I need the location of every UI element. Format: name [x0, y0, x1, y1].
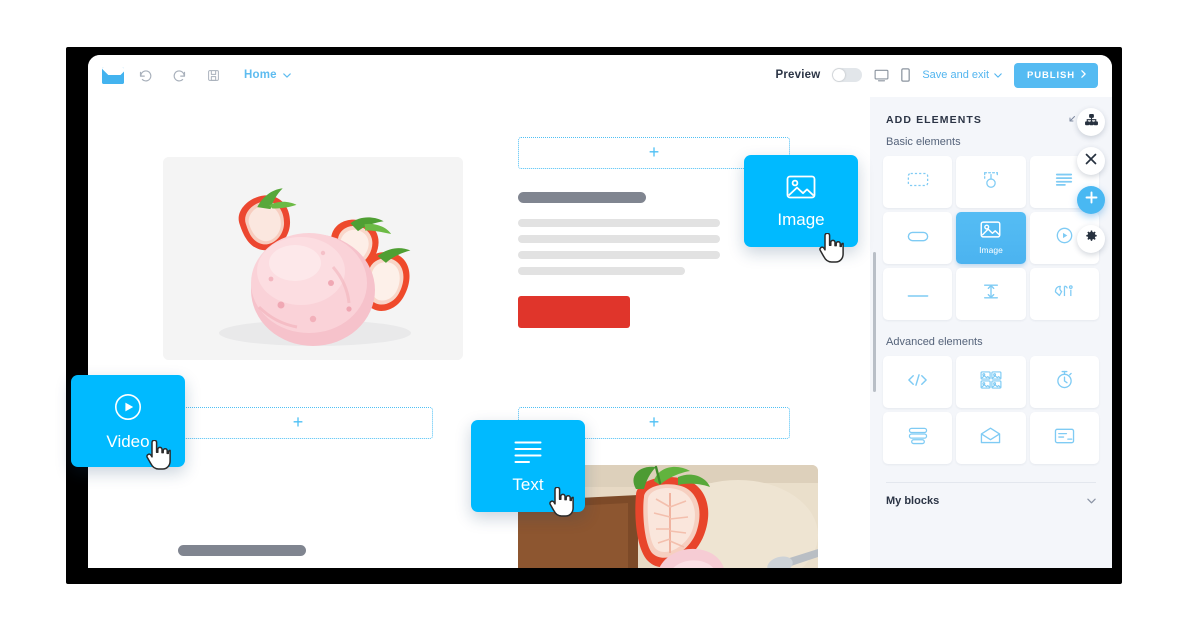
advanced-elements-label: Advanced elements: [886, 336, 983, 348]
card-form-icon: [1054, 428, 1075, 449]
page-selector[interactable]: Home: [244, 69, 291, 81]
panel-header: ADD ELEMENTS: [870, 97, 1112, 129]
toolbar-right-group: Preview Save and exit PUBLISH: [775, 62, 1098, 88]
element-tile-spacer[interactable]: [956, 268, 1026, 320]
text-lines-icon: [1055, 172, 1073, 192]
panel-scrollbar[interactable]: [873, 252, 876, 392]
gallery-grid-icon: [980, 370, 1002, 394]
preview-toggle[interactable]: [832, 68, 863, 82]
content-image-top[interactable]: [163, 157, 463, 360]
video-play-icon: [114, 393, 142, 426]
strawberry-ice-cream-scoop-photo: [163, 157, 463, 360]
basic-elements-label: Basic elements: [886, 136, 961, 148]
preview-label: Preview: [775, 69, 821, 81]
advanced-elements-grid: [870, 348, 1112, 464]
desktop-monitor-icon[interactable]: [874, 69, 889, 82]
save-disk-icon[interactable]: [200, 62, 226, 88]
image-icon: [980, 221, 1001, 243]
collapse-arrow-icon[interactable]: [1067, 111, 1076, 129]
fab-sitemap[interactable]: [1077, 108, 1105, 136]
element-tile-menu[interactable]: [883, 412, 953, 464]
divider-line-icon: [907, 285, 929, 303]
panel-title: ADD ELEMENTS: [886, 114, 983, 126]
text-line-placeholder: [518, 267, 685, 275]
top-toolbar: Home Preview Save and exit PUBLISH: [88, 55, 1112, 95]
add-plus-label: +: [648, 412, 660, 432]
image-icon: [786, 175, 816, 204]
element-tile-image[interactable]: Image: [956, 212, 1026, 264]
element-tile-label: Image: [979, 245, 1003, 256]
menu-stack-icon: [908, 427, 928, 450]
text-lines-icon: [514, 440, 542, 469]
screenshot-stage: Home Preview Save and exit PUBLISH + + +…: [0, 0, 1200, 620]
my-blocks-label: My blocks: [886, 495, 940, 507]
undo-icon[interactable]: [132, 62, 158, 88]
plus-icon: [1085, 191, 1098, 209]
publish-button[interactable]: PUBLISH: [1014, 62, 1098, 88]
element-tile-timer[interactable]: [1029, 356, 1099, 408]
drag-card-label: Image: [777, 209, 825, 229]
basic-elements-grid: Image: [870, 148, 1112, 320]
add-plus-label: +: [292, 412, 304, 432]
chevron-down-icon: [994, 69, 1002, 81]
drag-card-image[interactable]: Image: [744, 155, 858, 247]
mobile-phone-icon[interactable]: [901, 68, 911, 82]
element-tile-form-card[interactable]: [1029, 412, 1099, 464]
website-builder-window: Home Preview Save and exit PUBLISH + + +…: [88, 55, 1112, 568]
envelope-logo-icon[interactable]: [102, 66, 124, 84]
video-play-icon: [1056, 227, 1073, 249]
save-and-exit-label: Save and exit: [922, 69, 989, 81]
spacer-icon: [982, 283, 1000, 305]
element-tile-structure[interactable]: [956, 156, 1026, 208]
fab-close[interactable]: [1077, 147, 1105, 175]
fab-add[interactable]: [1077, 186, 1105, 214]
page-name-label: Home: [244, 69, 277, 81]
text-line-placeholder: [518, 219, 720, 227]
element-tile-divider[interactable]: [883, 268, 953, 320]
heading-placeholder-bottom: [178, 545, 306, 556]
drag-card-label: Text: [512, 474, 544, 494]
save-and-exit-button[interactable]: Save and exit: [922, 69, 1002, 81]
drag-card-video[interactable]: Video: [71, 375, 185, 467]
element-tile-button[interactable]: [883, 212, 953, 264]
add-plus-label: +: [648, 142, 660, 162]
fab-settings[interactable]: [1077, 225, 1105, 253]
html-code-icon: [907, 373, 928, 392]
text-line-placeholder: [518, 235, 720, 243]
timer-icon: [1056, 370, 1073, 394]
container-dashed-icon: [907, 172, 929, 192]
social-icons-icon: [1054, 284, 1074, 304]
my-blocks-section[interactable]: My blocks: [870, 483, 1112, 507]
element-tile-email[interactable]: [956, 412, 1026, 464]
element-tile-html[interactable]: [883, 356, 953, 408]
element-tile-gallery[interactable]: [956, 356, 1026, 408]
chevron-right-icon: [1081, 69, 1086, 81]
structure-node-icon: [981, 171, 1001, 194]
close-x-icon: [1085, 152, 1097, 170]
cta-button-placeholder[interactable]: [518, 296, 630, 328]
publish-label: PUBLISH: [1027, 69, 1075, 81]
drop-zone-bottom-left[interactable]: +: [163, 407, 433, 439]
button-pill-icon: [907, 229, 929, 247]
chevron-down-icon: [1087, 495, 1096, 507]
element-tile-social[interactable]: [1029, 268, 1099, 320]
gear-icon: [1085, 230, 1098, 248]
envelope-open-icon: [980, 427, 1001, 449]
redo-icon[interactable]: [166, 62, 192, 88]
text-line-placeholder: [518, 251, 720, 259]
drag-card-label: Video: [106, 431, 150, 451]
heading-placeholder-top: [518, 192, 646, 203]
drag-card-text[interactable]: Text: [471, 420, 585, 512]
chevron-down-icon: [282, 69, 291, 81]
sitemap-icon: [1084, 113, 1098, 131]
element-tile-container[interactable]: [883, 156, 953, 208]
add-elements-panel: ADD ELEMENTS Basic elements Image Advanc…: [870, 97, 1112, 568]
